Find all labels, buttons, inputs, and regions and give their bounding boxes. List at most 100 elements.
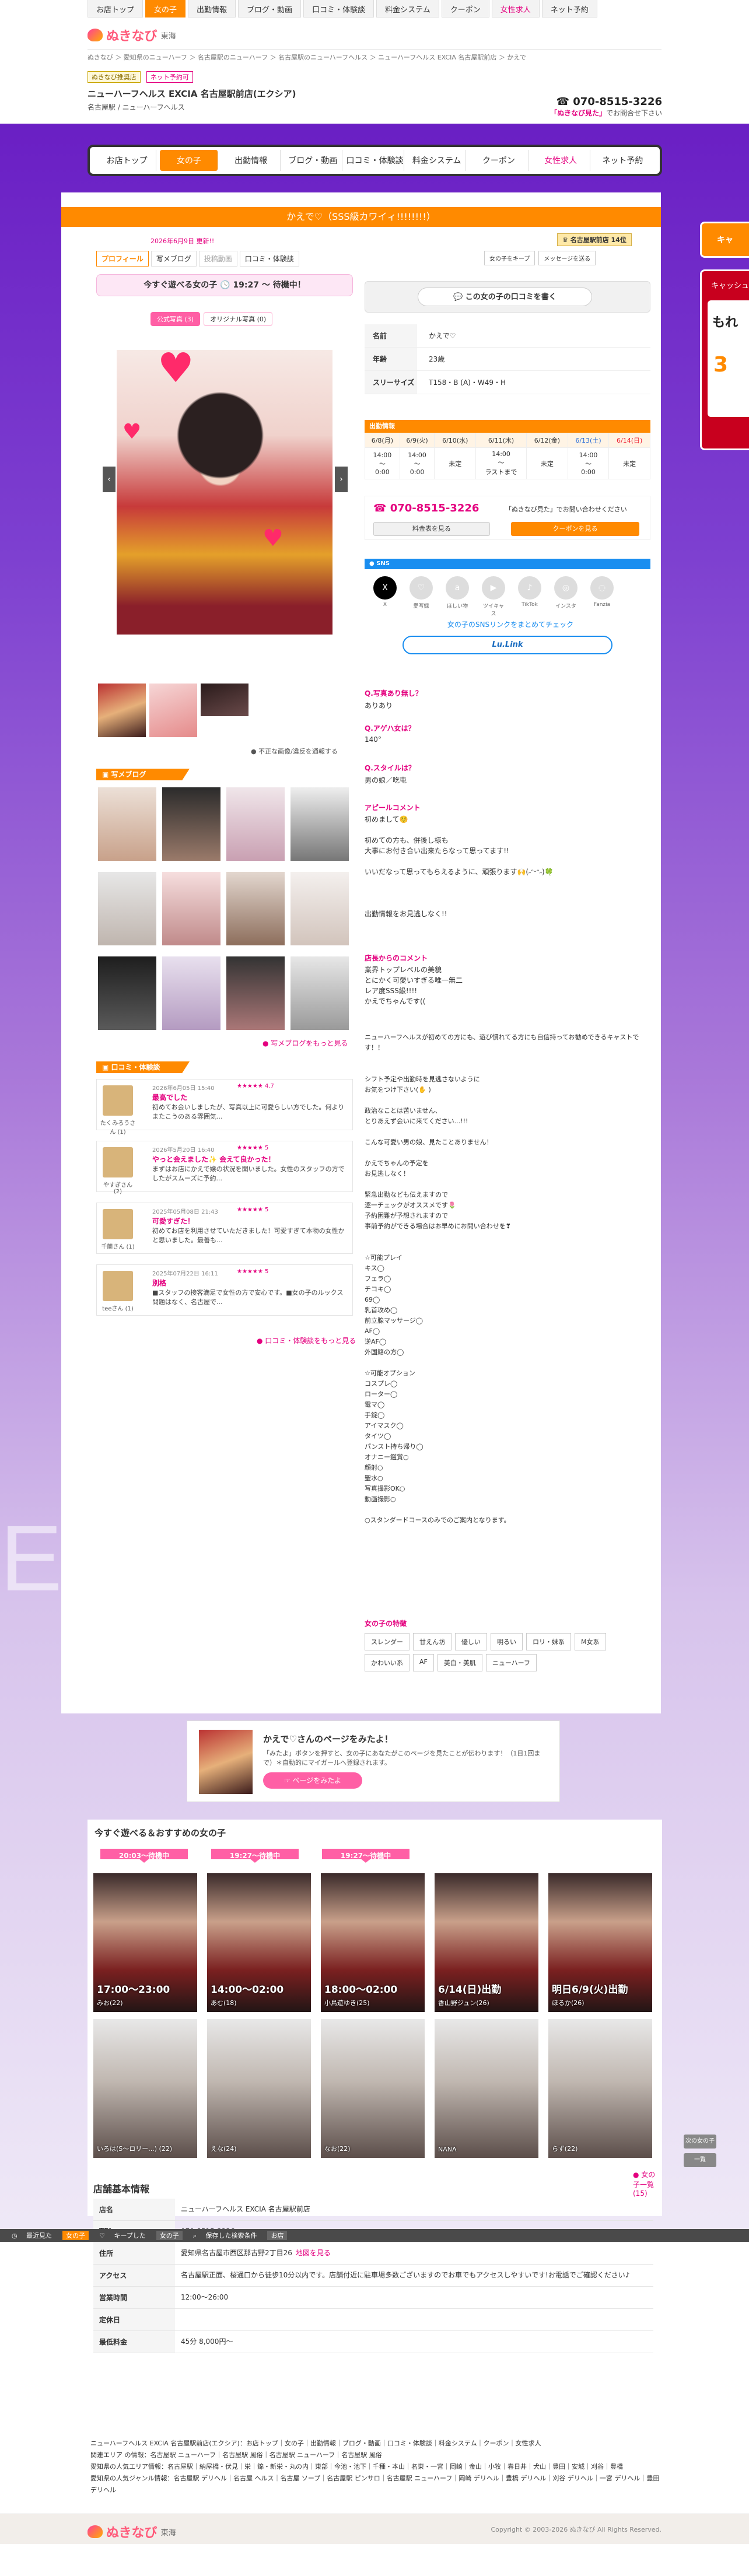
mainnav-item[interactable]: お店トップ [98,150,157,171]
review-card[interactable]: たくみろうさん (1) 2026年6月05日 15:40 ★★★★★ 4.7 最高でし… [96,1079,353,1135]
girl-list-link[interactable]: ● 女の子一覧 (15) [633,2170,662,2198]
side-cast-button[interactable]: キャ [700,222,749,258]
mainnav-item[interactable]: 女の子 [160,150,219,171]
tab-original-photos[interactable]: オリジナル写真 (0) [204,312,273,326]
mitane-button[interactable]: ☞ ページをみたよ [263,1772,362,1789]
feature-chip[interactable]: かわいい系 [365,1654,410,1671]
review-card[interactable]: teeさん (1) 2025年07月22日 16:11 ★★★★★ 5 別格 ■スタッフ… [96,1264,353,1316]
footer-line-genre[interactable]: 愛知県の人気ジャンル情報：名古屋駅 デリヘル｜名古屋 ヘルス｜名古屋 ソープ｜名… [90,2473,662,2496]
available-now-banner[interactable]: 今すぐ遊べる女の子 🕓 19:27 〜 待機中！ [96,274,353,296]
blog-thumbnail[interactable] [290,872,349,945]
recommend-card[interactable]: なお(22) [321,2019,425,2158]
sns-item[interactable]: ♡ 愛写録 [410,576,433,617]
keep-girls-button[interactable]: 女の子 [156,2231,183,2240]
keep-button[interactable]: 女の子をキープ [484,251,536,265]
map-link[interactable]: 地図を見る [296,2249,331,2257]
sns-item[interactable]: XX [373,576,397,617]
message-button[interactable]: メッセージを送る [538,251,596,265]
tab-review[interactable]: 口コミ・体験談 [239,251,299,267]
list-button[interactable]: 一覧 [684,2153,716,2167]
footer-line-popular-area[interactable]: 愛知県の人気エリア情報：名古屋駅｜納屋橋・伏見｜栄｜錦・新栄・丸の内｜東部｜今池… [90,2461,662,2473]
recommend-card[interactable]: えな(24) [207,2019,311,2158]
topnav-item[interactable]: クーポン [441,0,489,17]
sns-summary-link[interactable]: 女の子のSNSリンクをまとめてチェック [373,619,648,629]
next-girl-button[interactable]: 次の女の子 [684,2135,716,2149]
tab-blog[interactable]: 写メブログ [150,251,197,267]
report-photo-link[interactable]: ● 不正な画像/違反を通報する [251,746,338,756]
sns-item[interactable]: ◎ インスタ [554,576,578,617]
blog-more-link[interactable]: ● 写メブログをもっと見る [262,1038,348,1048]
site-logo[interactable]: ぬきなび 東海 [88,26,176,44]
photo-thumbnail[interactable] [201,684,249,716]
footer-logo[interactable]: ぬきなび 東海 [88,2522,176,2541]
topnav-item[interactable]: 口コミ・体験談 [303,0,374,17]
topnav-item[interactable]: 女性求人 [491,0,540,17]
contact-tel[interactable]: ☎ 070-8515-3226 [373,502,479,514]
feature-chip[interactable]: M女系 [575,1633,606,1650]
blog-thumbnail[interactable] [98,787,156,861]
mainnav-item[interactable]: クーポン [470,150,528,171]
review-more-link[interactable]: ● 口コミ・体験談をもっと見る [257,1336,356,1345]
sns-item[interactable]: a ほしい物 [446,576,469,617]
topnav-item[interactable]: ブログ・動画 [238,0,302,17]
price-button[interactable]: 料金表を見る [373,522,490,536]
photo-thumbnail[interactable] [98,684,146,737]
feature-chip[interactable]: 甘えん坊 [413,1633,452,1650]
photo-thumbnail[interactable] [149,684,197,737]
feature-chip[interactable]: ニューハーフ [485,1654,537,1671]
recommend-card[interactable]: 17:00〜23:00 みお(22) [93,1873,197,2012]
mainnav-item[interactable]: ブログ・動画 [284,150,342,171]
recommend-card[interactable]: 14:00〜02:00 あむ(18) [207,1873,311,2012]
topnav-item[interactable]: 料金システム [376,0,439,17]
history-girls-button[interactable]: 女の子 [62,2231,89,2240]
recommend-card[interactable]: いろは(S〜ロリー...) (22) [93,2019,197,2158]
mainnav-item[interactable]: 出勤情報 [222,150,281,171]
side-ad-banner[interactable]: キャッシュ もれ 3 [700,269,749,450]
feature-chip[interactable]: 美白・美肌 [437,1654,482,1671]
tab-official-photos[interactable]: 公式写真 (3) [150,312,201,326]
blog-thumbnail[interactable] [162,872,220,945]
tab-video[interactable]: 投稿動画 [198,251,237,267]
saved-shop-button[interactable]: お店 [267,2231,288,2240]
blog-thumbnail[interactable] [162,956,220,1030]
feature-chip[interactable]: スレンダー [365,1633,410,1650]
feature-chip[interactable]: 明るい [491,1633,523,1650]
topnav-item[interactable]: お店トップ [88,0,144,17]
blog-thumbnail[interactable] [226,872,285,945]
sns-item[interactable]: ◌ Fanzia [590,576,614,617]
review-card[interactable]: 千蘭さん (1) 2025年05月08日 21:43 ★★★★★ 5 可愛すぎた！ 初め… [96,1203,353,1254]
blog-thumbnail[interactable] [290,956,349,1030]
photo-prev-arrow-icon[interactable]: ‹ [103,467,116,492]
sns-item[interactable]: ▶ ツイキャス [482,576,505,617]
recommend-card[interactable]: 18:00〜02:00 小鳥遊ゆき(25) [321,1873,425,2012]
footer-line-shop[interactable]: ニューハーフヘルス EXCIA 名古屋駅前店(エクシア)：お店トップ｜女の子｜出… [90,2438,662,2449]
topnav-item[interactable]: ネット予約 [541,0,597,17]
recommend-card[interactable]: 6/14(日)出勤 香山野ジュン(26) [435,1873,538,2012]
shop-tel-number[interactable]: 070-8515-3226 [573,96,662,108]
footer-line-area[interactable]: 関連エリア の情報：名古屋駅 ニューハーフ｜名古屋駅 風俗｜名古屋駅 ニューハー… [90,2449,662,2461]
girl-main-photo[interactable]: ♥ ♥ ♥ [117,344,332,635]
topnav-item[interactable]: 出勤情報 [188,0,236,17]
blog-thumbnail[interactable] [98,956,156,1030]
blog-thumbnail[interactable] [226,787,285,861]
mainnav-item[interactable]: 料金システム [408,150,467,171]
sns-item[interactable]: ♪ TikTok [518,576,541,617]
recommend-card[interactable]: らず(22) [548,2019,652,2158]
photo-next-arrow-icon[interactable]: › [335,467,348,492]
mainnav-item[interactable]: 口コミ・体験談 [346,150,405,171]
recommend-card[interactable]: 明日6/9(火)出勤 ほるか(26) [548,1873,652,2012]
feature-chip[interactable]: 優しい [455,1633,487,1650]
recommend-card[interactable]: NANA [435,2019,538,2158]
mainnav-item[interactable]: ネット予約 [594,150,652,171]
mainnav-item[interactable]: 女性求人 [532,150,590,171]
blog-thumbnail[interactable] [98,872,156,945]
blog-thumbnail[interactable] [226,956,285,1030]
review-card[interactable]: やすぎさん (2) 2026年5月20日 16:40 ★★★★★ 5 やっと会えました… [96,1141,353,1195]
feature-chip[interactable]: AF [413,1654,434,1671]
blog-thumbnail[interactable] [162,787,220,861]
breadcrumb[interactable]: ぬきなび ＞ 愛知県のニューハーフ ＞ 名古屋駅のニューハーフ ＞ 名古屋駅のニ… [88,52,665,62]
lulink-button[interactable]: Lu.Link [402,636,612,654]
tab-profile[interactable]: プロフィール [96,251,149,267]
write-review-button[interactable]: 💬 この女の子の口コミを書く [418,288,592,306]
coupon-button[interactable]: クーポンを見る [511,522,639,536]
